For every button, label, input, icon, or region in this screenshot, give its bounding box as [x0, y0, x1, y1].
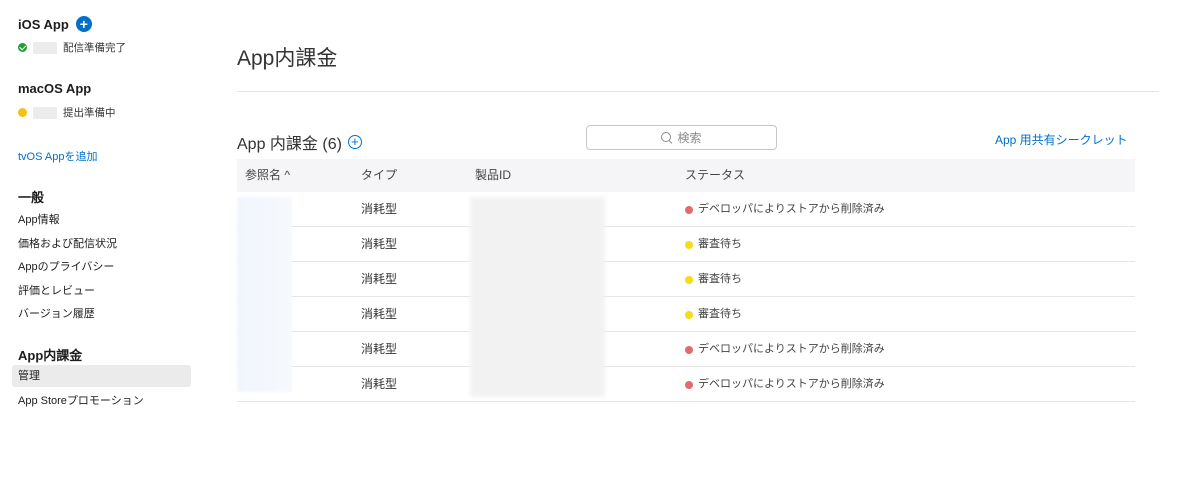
macos-status-label: 提出準備中: [63, 107, 116, 119]
sidebar-item-privacy[interactable]: Appのプライバシー: [18, 258, 114, 274]
status-dot-icon: [685, 275, 693, 284]
macos-app-status[interactable]: 提出準備中: [18, 105, 116, 120]
status-dot-icon: [685, 380, 693, 389]
section-heading: App 内課金 (6) +: [237, 130, 362, 154]
general-section-heading: 一般: [18, 190, 45, 205]
column-header-type: タイプ: [361, 168, 398, 182]
iap-table: 参照名 ^ タイプ 製品ID ステータス 消耗型デベロッパによりストアから削除済…: [237, 159, 1135, 402]
shared-secret-link[interactable]: App 用共有シークレット: [995, 131, 1128, 148]
macos-app-title: macOS App: [18, 81, 92, 96]
redacted-reference-names: [237, 197, 292, 392]
search-input[interactable]: 検索: [586, 125, 777, 150]
type-cell: 消耗型: [361, 307, 398, 321]
redacted-version: [33, 41, 57, 54]
status-label: 審査待ち: [698, 308, 742, 320]
redacted-version: [33, 106, 57, 119]
ios-app-status[interactable]: 配信準備完了: [18, 40, 126, 55]
pending-status-icon: [18, 108, 27, 117]
table-header: 参照名 ^ タイプ 製品ID ステータス: [237, 159, 1135, 192]
type-cell: 消耗型: [361, 202, 398, 216]
type-cell: 消耗型: [361, 272, 398, 286]
iap-section-heading: App内課金: [18, 348, 83, 363]
column-header-reference-name[interactable]: 参照名 ^: [245, 159, 290, 192]
check-circle-icon: [18, 43, 27, 52]
add-iap-icon[interactable]: +: [347, 135, 362, 149]
status-cell: 審査待ち: [685, 262, 742, 297]
page-title: App内課金: [237, 47, 338, 70]
macos-app-heading: macOS App: [18, 81, 91, 96]
status-dot-icon: [685, 205, 693, 214]
column-header-product-id: 製品ID: [475, 168, 512, 182]
column-header-status: ステータス: [685, 168, 746, 182]
sidebar-item-app-info[interactable]: App情報: [18, 211, 60, 227]
search-placeholder: 検索: [677, 131, 702, 145]
redacted-product-ids: [470, 197, 605, 397]
status-cell: デベロッパによりストアから削除済み: [685, 332, 885, 367]
status-dot-icon: [685, 345, 693, 354]
table-row[interactable]: 消耗型 デベロッパによりストアから削除済み: [237, 367, 1135, 402]
sidebar-item-promotion[interactable]: App Storeプロモーション: [18, 392, 144, 408]
type-cell: 消耗型: [361, 237, 398, 251]
table-row[interactable]: 消耗型 審査待ち: [237, 262, 1135, 297]
ios-status-label: 配信準備完了: [63, 42, 126, 54]
sidebar-item-version-history[interactable]: バージョン履歴: [18, 305, 95, 321]
section-title-label: App 内課金 (6): [237, 136, 342, 153]
sidebar-item-manage[interactable]: 管理: [12, 365, 191, 387]
status-cell: デベロッパによりストアから削除済み: [685, 367, 885, 402]
status-cell: デベロッパによりストアから削除済み: [685, 192, 885, 227]
table-row[interactable]: 消耗型 デベロッパによりストアから削除済み: [237, 332, 1135, 367]
table-row[interactable]: 消耗型 デベロッパによりストアから削除済み: [237, 192, 1135, 227]
sidebar-item-ratings[interactable]: 評価とレビュー: [18, 282, 95, 298]
status-cell: 審査待ち: [685, 227, 742, 262]
add-platform-icon[interactable]: +: [75, 16, 92, 32]
ios-app-heading: iOS App +: [18, 16, 92, 32]
status-label: デベロッパによりストアから削除済み: [698, 203, 885, 215]
status-label: デベロッパによりストアから削除済み: [698, 343, 885, 355]
search-icon: [661, 131, 673, 144]
status-dot-icon: [685, 240, 693, 249]
status-label: 審査待ち: [698, 238, 742, 250]
sidebar-item-pricing[interactable]: 価格および配信状況: [18, 235, 117, 251]
table-row[interactable]: 消耗型 審査待ち: [237, 227, 1135, 262]
type-cell: 消耗型: [361, 342, 398, 356]
sidebar: iOS App + 配信準備完了 macOS App 提出準備中 tvOS Ap…: [0, 0, 200, 492]
divider: [237, 91, 1159, 92]
add-tvos-app-link[interactable]: tvOS Appを追加: [18, 148, 97, 164]
table-row[interactable]: 消耗型 審査待ち: [237, 297, 1135, 332]
status-label: デベロッパによりストアから削除済み: [698, 378, 885, 390]
type-cell: 消耗型: [361, 377, 398, 391]
status-cell: 審査待ち: [685, 297, 742, 332]
status-dot-icon: [685, 310, 693, 319]
status-label: 審査待ち: [698, 273, 742, 285]
ios-app-title: iOS App: [18, 16, 69, 32]
